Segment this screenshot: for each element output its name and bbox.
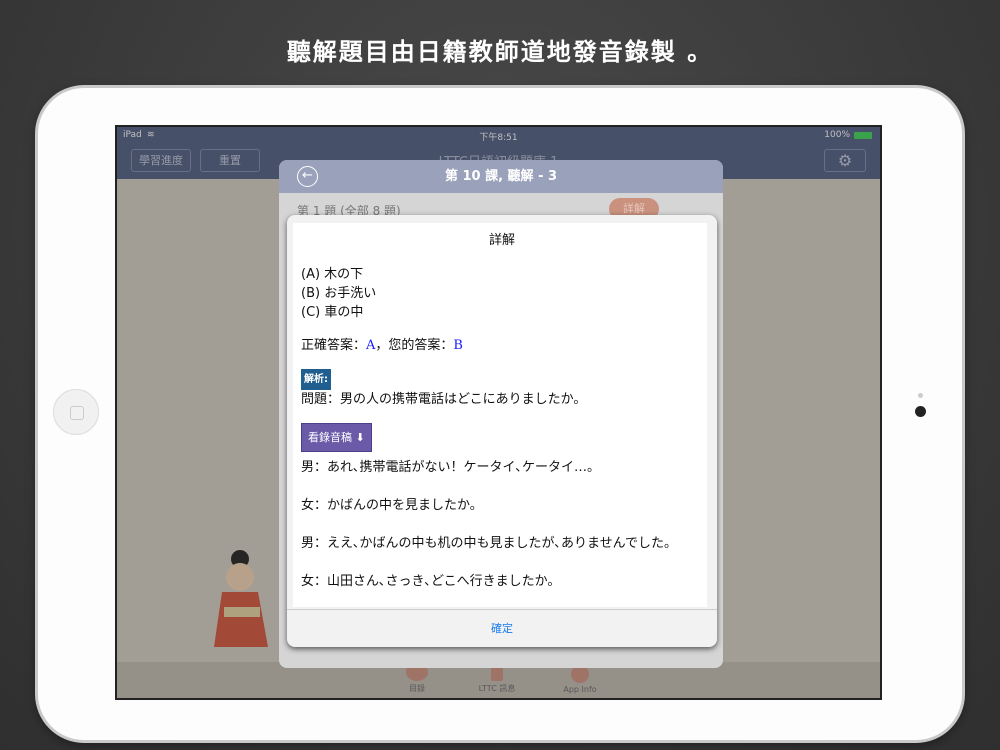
transcript-line: 男：ええ､かばんの中も机の中も見ましたが､ありませんでした。 <box>301 536 677 551</box>
transcript-line: 女：かばんの中を見ましたか。 <box>301 498 483 513</box>
panel-title: 第 10 課, 聽解 - 3 <box>444 169 558 184</box>
home-button[interactable] <box>53 389 99 435</box>
screen: iPad ≋ 下午8:51 100% 學習進度 重置 LTTC日語初級題庫 1 … <box>115 125 882 700</box>
your-label: ，您的答案： <box>375 338 454 353</box>
question-text: 問題：男の人の携帯電話はどこにありましたか。 <box>301 392 587 407</box>
transcript-line: 男：あれ､携帯電話がない！ケータイ､ケータイ…。 <box>301 460 601 475</box>
your-answer: B <box>453 338 463 353</box>
back-arrow-icon[interactable]: ← <box>297 166 318 187</box>
option-b: (B) お手洗い <box>301 286 377 301</box>
confirm-button[interactable]: 確定 <box>287 609 717 647</box>
arrow-down-icon: ⬇ <box>355 431 365 444</box>
dialog-title: 詳解 <box>488 233 515 248</box>
correct-label: 正確答案： <box>301 338 367 353</box>
transcript-line: 女：山田さん､さっき､どこへ行きましたか。 <box>301 574 561 589</box>
headline: 聽解題目由日籍教師道地發音錄製 。 <box>286 38 714 66</box>
correct-answer: A <box>366 338 376 353</box>
transcript-button-label: 看錄音稿 <box>308 431 352 444</box>
answer-line: 正確答案：A，您的答案：B <box>301 336 707 355</box>
option-a: (A) 木の下 <box>301 267 364 282</box>
option-c: (C) 車の中 <box>301 305 364 320</box>
explanation-dialog: (A) 木の下 (B) お手洗い (C) 車の中 正確答案：A，您的答案：B 解… <box>287 215 717 647</box>
transcript-button[interactable]: 看錄音稿 ⬇ <box>301 423 372 452</box>
analysis-tag: 解析: <box>301 369 331 390</box>
sensor <box>918 393 923 398</box>
camera <box>915 406 926 417</box>
panel-header: ← 第 10 課, 聽解 - 3 <box>279 160 723 193</box>
explanation-body[interactable]: (A) 木の下 (B) お手洗い (C) 車の中 正確答案：A，您的答案：B 解… <box>293 223 707 607</box>
